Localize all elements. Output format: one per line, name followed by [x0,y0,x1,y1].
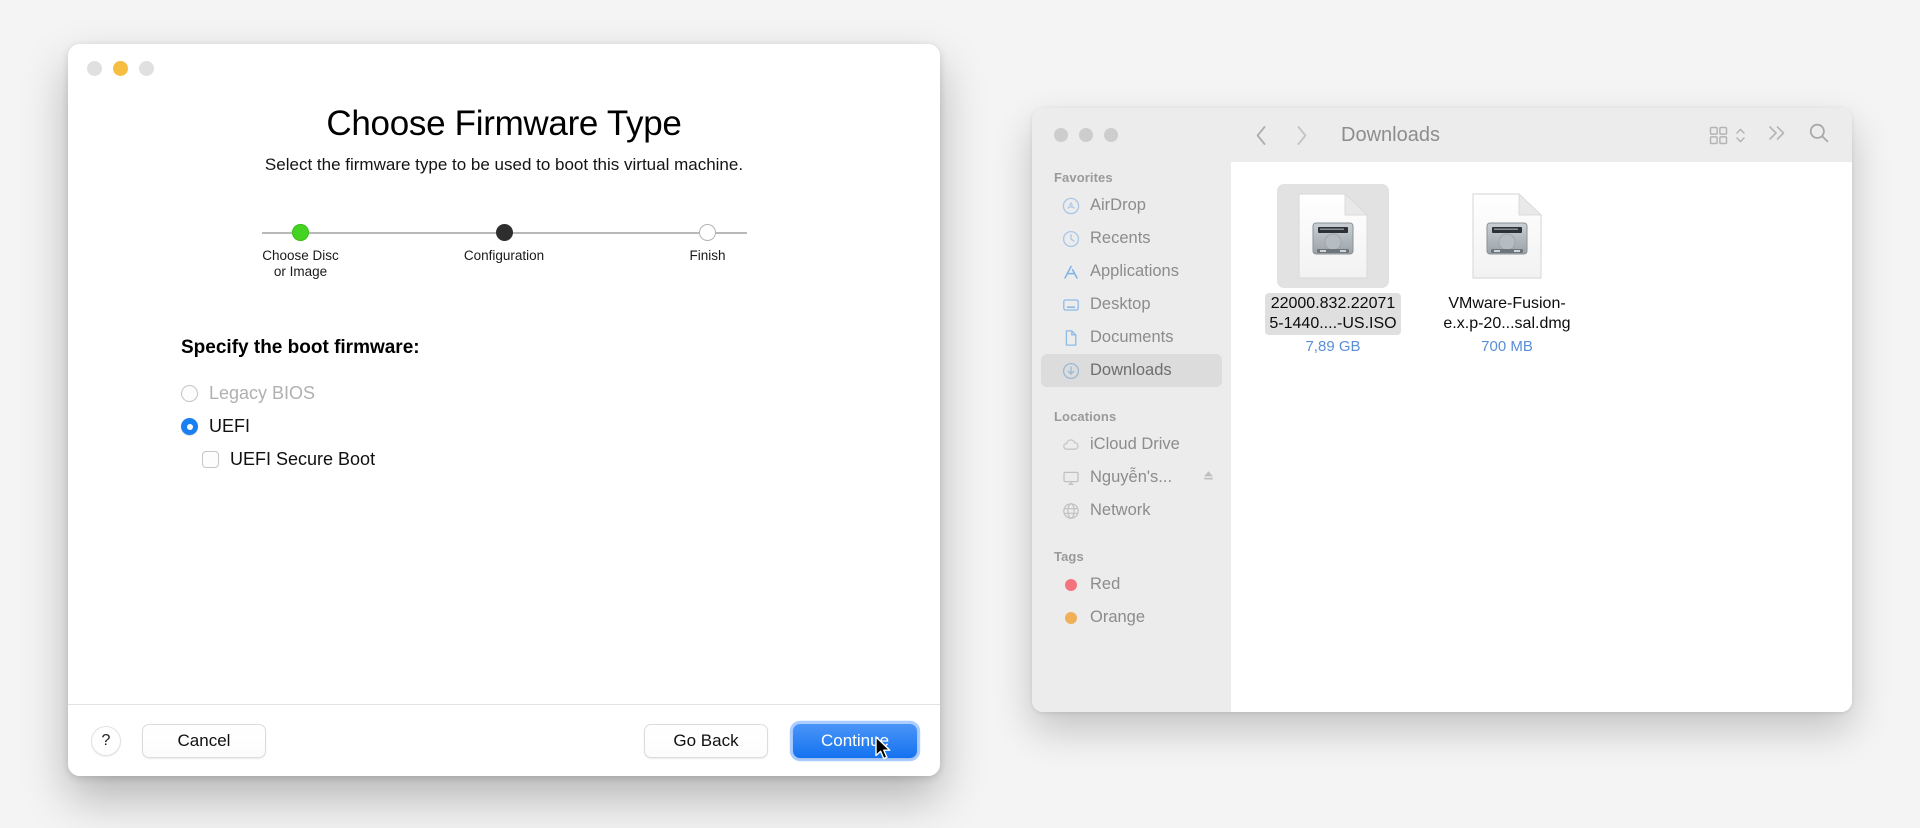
path-title: Downloads [1341,123,1440,146]
sidebar-item-label: AirDrop [1090,196,1146,214]
wizard-body: Choose Firmware Type Select the firmware… [68,92,940,704]
forward-button[interactable] [1287,120,1315,150]
sidebar-item-label: Recents [1090,229,1151,247]
sidebar-item-nguyens-computer[interactable]: Nguyễn's... [1041,461,1222,494]
finder-main: Downloads 22000.832.22071 5-1440....-US.… [1231,108,1852,712]
globe-icon [1061,501,1080,520]
cloud-icon [1061,435,1080,454]
disk-image-document-icon [1451,184,1563,288]
finder-titlebar [1032,108,1231,162]
display-icon [1061,468,1080,487]
firmware-options: Legacy BIOS UEFI UEFI Secure Boot [181,377,902,476]
file-name: VMware-Fusion- e.x.p-20...sal.dmg [1443,295,1571,332]
help-button[interactable]: ? [91,725,121,756]
sidebar-item-tag-red[interactable]: Red [1041,568,1222,601]
sidebar-item-downloads[interactable]: Downloads [1041,354,1222,387]
double-chevron-right-icon [1769,125,1785,140]
finder-window: Favorites AirDrop Recents Applications D… [1032,108,1852,712]
document-icon [1061,328,1080,347]
applications-icon [1061,262,1080,281]
close-button[interactable] [87,60,102,76]
page-subtitle: Select the firmware type to be used to b… [264,155,744,174]
finder-toolbar: Downloads [1231,108,1852,162]
step-label: Choose Disc or Image [262,248,339,279]
eject-icon[interactable] [1201,468,1216,488]
cancel-button[interactable]: Cancel [142,723,266,758]
sidebar-item-applications[interactable]: Applications [1041,255,1222,288]
checkbox-uefi-secure-boot[interactable] [202,451,219,468]
sidebar-group-favorites: Favorites [1054,170,1113,185]
option-legacy-bios[interactable]: Legacy BIOS [181,377,902,410]
sidebar-group-tags: Tags [1054,549,1084,564]
option-uefi-secure-boot[interactable]: UEFI Secure Boot [202,443,902,476]
sidebar-item-label: Documents [1090,328,1174,346]
sidebar-group-locations: Locations [1054,409,1117,424]
sidebar-item-recents[interactable]: Recents [1041,222,1222,255]
sidebar-item-label: Applications [1090,262,1179,280]
up-down-chevron-icon [1736,128,1745,142]
sidebar-item-label: Red [1090,575,1121,593]
sidebar-item-label: Orange [1090,608,1146,626]
section-heading: Specify the boot firmware: [181,337,420,358]
step-dot-todo-icon [699,224,716,241]
airdrop-icon [1061,196,1080,215]
back-button[interactable] [1247,120,1275,150]
finder-zoom-button[interactable] [1104,128,1118,142]
option-label: UEFI Secure Boot [230,449,376,469]
step-dot-current-icon [495,224,513,241]
sidebar-item-airdrop[interactable]: AirDrop [1041,189,1222,222]
sidebar-item-network[interactable]: Network [1041,494,1222,527]
radio-uefi[interactable] [181,418,198,435]
wizard-footer: ? Cancel Go Back Continue [68,704,940,776]
clock-icon [1061,229,1080,248]
file-size: 700 MB [1481,338,1533,355]
view-mode-control[interactable] [1708,125,1746,146]
downloads-icon [1061,361,1080,380]
minimize-button[interactable] [113,60,128,76]
file-item[interactable]: VMware-Fusion- e.x.p-20...sal.dmg 700 MB [1433,184,1581,355]
search-icon [1809,123,1829,142]
file-item[interactable]: 22000.832.22071 5-1440....-US.ISO 7,89 G… [1259,184,1407,355]
sidebar-item-label: Network [1090,501,1151,519]
sidebar-item-label: Downloads [1090,361,1172,379]
zoom-button[interactable] [139,60,154,76]
step-label: Finish [689,248,726,263]
toolbar-overflow-button[interactable] [1766,123,1788,148]
sidebar-item-label: iCloud Drive [1090,435,1180,453]
tag-dot-icon [1061,575,1080,594]
option-uefi[interactable]: UEFI [181,410,902,443]
firmware-wizard-window: Choose Firmware Type Select the firmware… [68,44,940,776]
step-choose-disc: Choose Disc or Image [241,224,361,280]
search-button[interactable] [1808,122,1830,149]
disk-image-document-icon [1277,184,1389,288]
sidebar-item-tag-orange[interactable]: Orange [1041,601,1222,634]
continue-button[interactable]: Continue [793,723,917,758]
option-label: UEFI [209,416,251,436]
desktop-icon [1061,295,1080,314]
file-name: 22000.832.22071 5-1440....-US.ISO [1265,293,1401,335]
finder-sidebar: Favorites AirDrop Recents Applications D… [1032,108,1231,712]
option-label: Legacy BIOS [209,383,316,403]
wizard-titlebar [68,44,940,92]
go-back-button[interactable]: Go Back [644,723,768,758]
file-grid: 22000.832.22071 5-1440....-US.ISO 7,89 G… [1231,162,1852,712]
sidebar-item-icloud-drive[interactable]: iCloud Drive [1041,428,1222,461]
sidebar-item-documents[interactable]: Documents [1041,321,1222,354]
file-size: 7,89 GB [1305,338,1361,355]
radio-legacy-bios[interactable] [181,385,198,402]
step-label: Configuration [463,248,545,263]
tag-dot-icon [1061,608,1080,627]
sidebar-item-label: Nguyễn's... [1090,468,1173,486]
finder-close-button[interactable] [1054,128,1068,142]
wizard-stepper: Choose Disc or Image Configuration Finis… [241,224,768,286]
sidebar-item-label: Desktop [1090,295,1151,313]
step-dot-done-icon [292,224,309,241]
step-configuration: Configuration [444,224,564,280]
page-title: Choose Firmware Type [326,104,682,143]
finder-minimize-button[interactable] [1079,128,1093,142]
sidebar-item-desktop[interactable]: Desktop [1041,288,1222,321]
step-finish: Finish [648,224,768,280]
